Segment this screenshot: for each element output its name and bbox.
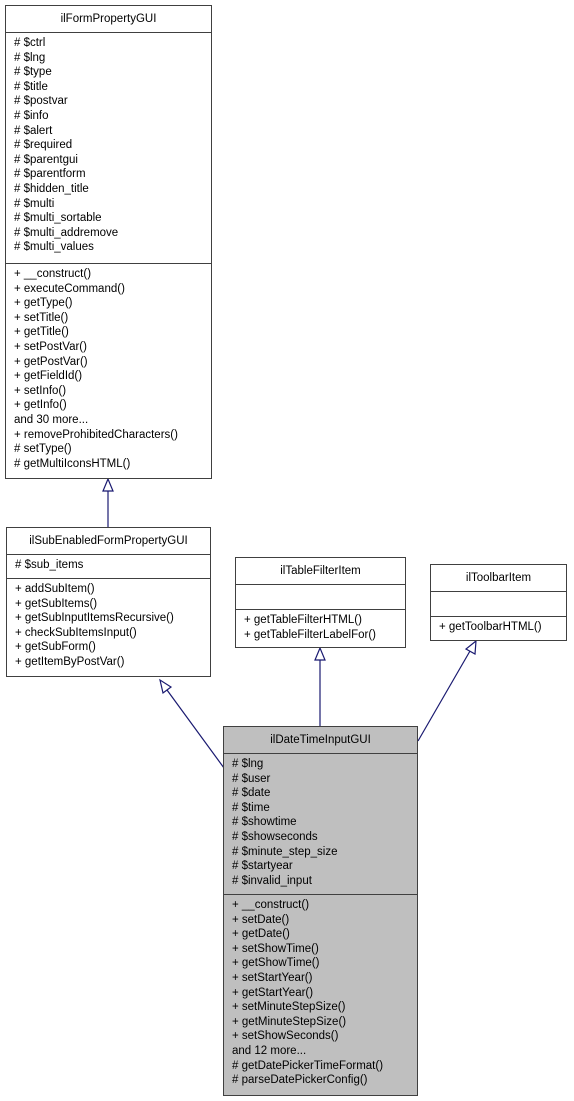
class-method: + __construct() <box>14 268 92 280</box>
class-method: + getShowTime() <box>232 957 320 970</box>
attributes-section <box>236 585 405 610</box>
class-attribute: # $date <box>232 787 271 800</box>
class-method: + setDate() <box>232 913 290 926</box>
attributes-section: # $ctrl # $lng # $type # $title # $postvar # … <box>6 33 211 264</box>
class-method: + getMinuteStepSize() <box>232 1015 347 1028</box>
class-method: + executeCommand() <box>14 282 125 295</box>
class-box-ildatetimeinputgui[interactable]: ilDateTimeInputGUI # $lng # $user # $date #… <box>223 726 418 1096</box>
class-attribute: # $hidden_title <box>14 182 89 195</box>
class-method: + getToolbarHTML() <box>439 621 542 633</box>
class-attribute: # $required <box>14 139 73 152</box>
class-method: # getDatePickerTimeFormat() <box>232 1059 384 1072</box>
edge-subenabled-to-base <box>102 477 114 528</box>
class-method: + getSubForm() <box>15 641 96 654</box>
class-method: # getMultiIconsHTML() <box>14 457 131 470</box>
class-attribute: # $ctrl <box>14 37 46 49</box>
class-attribute: # $parentform <box>14 168 86 181</box>
class-attribute: # $lng <box>14 51 46 64</box>
class-attribute: # $time <box>232 801 270 814</box>
class-method: # setType() <box>14 443 72 456</box>
class-method: + setPostVar() <box>14 340 87 353</box>
class-box-ilsubenabledformpropertygui[interactable]: ilSubEnabledFormPropertyGUI # $sub_items… <box>6 527 211 677</box>
class-attribute: # $info <box>14 109 49 122</box>
class-attribute: # $showseconds <box>232 830 318 843</box>
class-method: + setMinuteStepSize() <box>232 1001 346 1014</box>
attributes-section <box>431 592 566 617</box>
class-method: + getType() <box>14 297 73 310</box>
class-name: ilToolbarItem <box>431 565 566 592</box>
inheritance-arrowhead <box>464 639 477 655</box>
class-attribute: # $lng <box>232 758 264 770</box>
class-attribute: # $sub_items <box>15 559 84 571</box>
class-method: + getPostVar() <box>14 355 88 368</box>
class-method: + getInfo() <box>14 399 67 412</box>
class-name: ilDateTimeInputGUI <box>224 727 417 754</box>
class-attribute: # $multi <box>14 197 55 210</box>
class-attribute: # $invalid_input <box>232 874 312 887</box>
methods-section: + addSubItem() + getSubItems() + getSubInp… <box>7 579 210 673</box>
class-method: and 30 more... <box>14 413 89 426</box>
class-method: + checkSubItemsInput() <box>15 626 137 639</box>
class-method: + removeProhibitedCharacters() <box>14 428 178 441</box>
methods-section: + getTableFilterHTML() + getTableFilterLa… <box>236 610 405 645</box>
class-method: + setShowSeconds() <box>232 1030 339 1043</box>
class-method: + getSubItems() <box>15 597 98 610</box>
class-method: + setTitle() <box>14 311 69 324</box>
class-attribute: # $parentgui <box>14 153 78 166</box>
class-method: + addSubItem() <box>15 583 95 595</box>
class-box-iltablefilteritem[interactable]: ilTableFilterItem + getTableFilterHTML()… <box>235 557 406 648</box>
class-box-iltoolbaritem[interactable]: ilToolbarItem + getToolbarHTML() <box>430 564 567 641</box>
inheritance-arrowhead <box>314 646 326 661</box>
class-name: ilTableFilterItem <box>236 558 405 585</box>
class-attribute: # $startyear <box>232 860 293 873</box>
edge-datetime-to-tablefilter <box>314 646 326 726</box>
class-method: and 12 more... <box>232 1044 307 1057</box>
class-attribute: # $multi_addremove <box>14 226 119 239</box>
class-method: + setShowTime() <box>232 942 319 955</box>
methods-section: + getToolbarHTML() <box>431 617 566 638</box>
class-attribute: # $minute_step_size <box>232 845 338 858</box>
methods-section: + __construct() + setDate() + getDate() + s… <box>224 895 417 1091</box>
class-method: + getStartYear() <box>232 986 314 999</box>
class-box-ilformpropertygui[interactable]: ilFormPropertyGUI # $ctrl # $lng # $type # … <box>5 5 212 479</box>
class-attribute: # $title <box>14 80 48 93</box>
edge-datetime-to-toolbar <box>417 639 477 742</box>
class-method: + getFieldId() <box>14 370 83 383</box>
class-method: + getDate() <box>232 928 290 941</box>
attributes-section: # $sub_items <box>7 555 210 579</box>
attributes-section: # $lng # $user # $date # $time # $showtime # … <box>224 754 417 895</box>
class-attribute: # $alert <box>14 124 53 137</box>
class-name: ilSubEnabledFormPropertyGUI <box>7 528 210 555</box>
class-method: + setInfo() <box>14 384 67 397</box>
inheritance-arrowhead <box>102 477 114 492</box>
class-attribute: # $multi_values <box>14 241 94 254</box>
class-name: ilFormPropertyGUI <box>6 6 211 33</box>
class-attribute: # $type <box>14 66 52 79</box>
class-attribute: # $user <box>232 772 271 785</box>
class-attribute: # $multi_sortable <box>14 212 102 225</box>
class-method: + getSubInputItemsRecursive() <box>15 612 174 625</box>
class-method: + getItemByPostVar() <box>15 655 125 668</box>
edge-datetime-to-subenabled <box>159 678 225 769</box>
class-attribute: # $postvar <box>14 95 68 108</box>
class-method: + getTableFilterLabelFor() <box>244 628 376 641</box>
methods-section: + __construct() + executeCommand() + getTy… <box>6 264 211 474</box>
class-method: + getTitle() <box>14 326 69 339</box>
class-method: + getTableFilterHTML() <box>244 614 362 626</box>
class-method: + __construct() <box>232 899 310 911</box>
inheritance-arrowhead <box>159 678 173 695</box>
class-attribute: # $showtime <box>232 816 297 829</box>
class-method: + setStartYear() <box>232 971 313 984</box>
class-method: # parseDatePickerConfig() <box>232 1074 368 1087</box>
